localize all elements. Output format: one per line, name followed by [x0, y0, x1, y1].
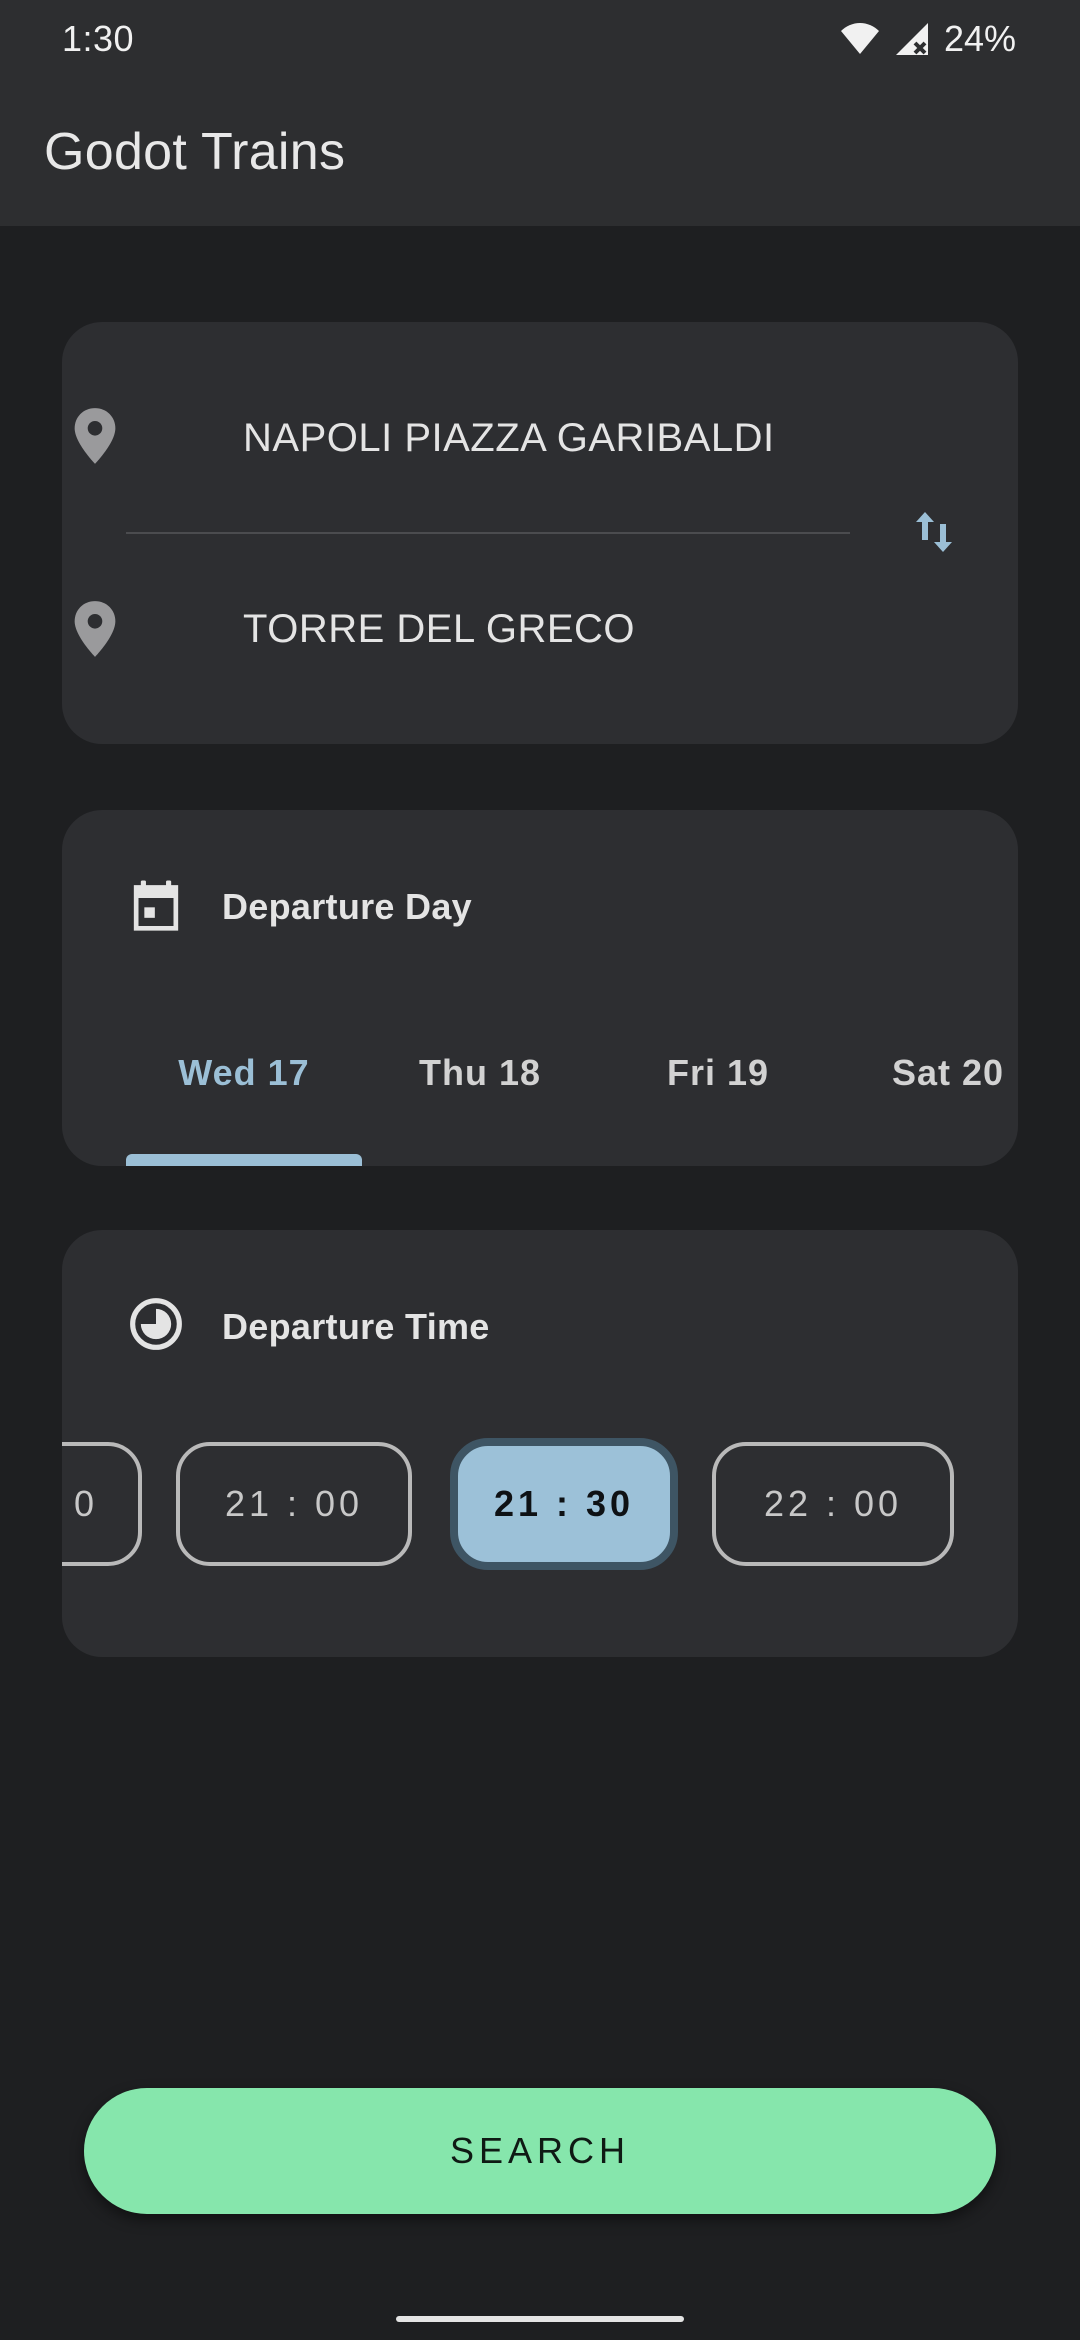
departure-time-title: Departure Time [222, 1306, 490, 1347]
location-pin-icon [68, 406, 122, 466]
status-icons: 24% [840, 18, 1016, 60]
search-button[interactable]: SEARCH [84, 2088, 996, 2214]
time-chip-strip[interactable]: 0 21 : 00 21 : 30 22 : 00 [62, 1438, 1018, 1578]
battery-percent: 24% [943, 18, 1016, 59]
time-chip[interactable]: 0 [62, 1442, 142, 1566]
location-pin-icon [68, 599, 122, 659]
route-divider [126, 532, 850, 534]
clock-icon [128, 1296, 184, 1352]
day-tab-thu-18[interactable]: Thu 18 [362, 1052, 598, 1094]
origin-station[interactable]: NAPOLI PIAZZA GARIBALDI [243, 416, 775, 461]
departure-day-title: Departure Day [222, 886, 472, 927]
day-tab-sat-20[interactable]: Sat 20 [836, 1052, 1018, 1094]
top-bar: 1:30 24% Godot Trains [0, 0, 1080, 226]
time-chip-selected[interactable]: 21 : 30 [450, 1438, 678, 1570]
status-time: 1:30 [62, 18, 135, 59]
time-chip[interactable]: 21 : 00 [176, 1442, 412, 1566]
wifi-icon [840, 22, 880, 56]
app-title: Godot Trains [44, 123, 346, 181]
gesture-navigation-bar[interactable] [396, 2316, 684, 2322]
swap-stations-button[interactable] [900, 500, 968, 568]
calendar-icon [128, 877, 184, 933]
time-chip[interactable]: 22 : 00 [712, 1442, 954, 1566]
selected-day-indicator [126, 1154, 362, 1166]
departure-day-card [62, 810, 1018, 1166]
day-tab-wed-17[interactable]: Wed 17 [126, 1052, 362, 1094]
day-tab-fri-19[interactable]: Fri 19 [600, 1052, 836, 1094]
swap-vertical-icon [912, 506, 956, 563]
signal-off-icon [894, 21, 930, 57]
destination-station[interactable]: TORRE DEL GRECO [243, 607, 635, 652]
